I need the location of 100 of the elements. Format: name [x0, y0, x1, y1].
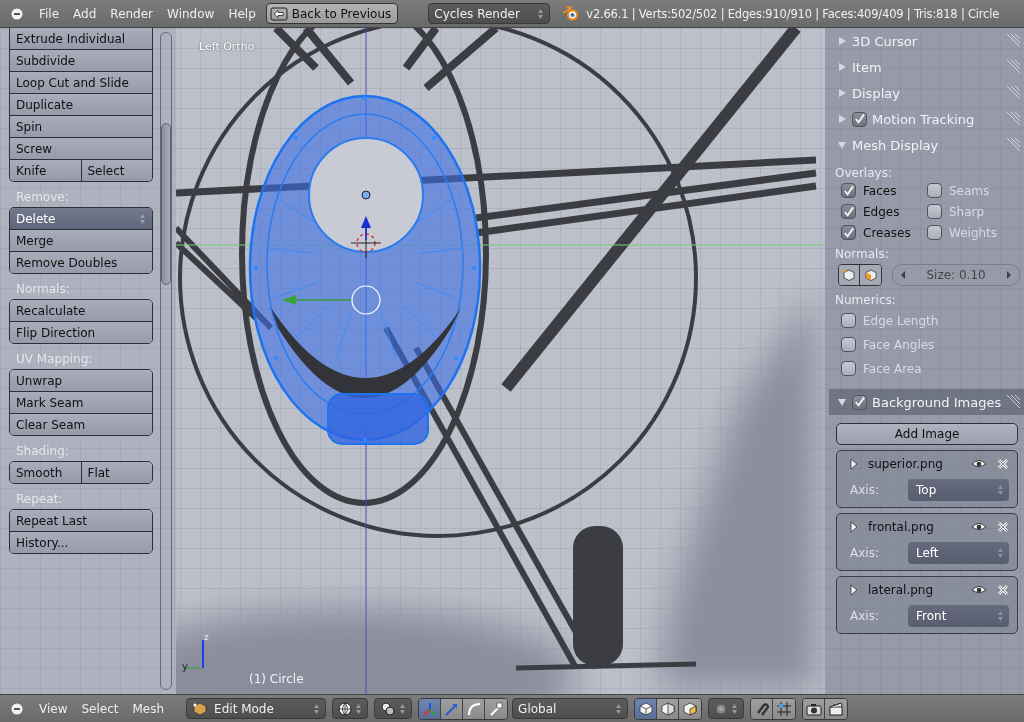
face-normals-button[interactable]: [860, 265, 881, 285]
menu-item[interactable]: View: [35, 701, 72, 716]
tool-button[interactable]: Extrude Individual: [10, 28, 152, 49]
snap-element-button[interactable]: [773, 698, 796, 719]
tool-button[interactable]: Flat: [81, 462, 152, 483]
rotate-button[interactable]: [463, 698, 486, 719]
tool-button[interactable]: Unwrap: [10, 370, 152, 391]
scene-statistics: v2.66.1 | Verts:502/502 | Edges:910/910 | Faces:409/409 | Tris:818 | Circle: [586, 6, 1000, 21]
menu-item[interactable]: File: [35, 6, 64, 21]
drag-handle-icon[interactable]: [1006, 138, 1021, 152]
disclosure-triangle-icon[interactable]: [850, 458, 858, 470]
checkbox[interactable]: [841, 337, 856, 352]
checkbox-label[interactable]: Edges: [863, 204, 900, 219]
checkbox[interactable]: [852, 111, 867, 127]
drag-handle-icon[interactable]: [1006, 60, 1021, 74]
eye-icon[interactable]: [971, 585, 988, 595]
tool-button[interactable]: Clear Seam: [10, 414, 152, 435]
checkbox[interactable]: [841, 313, 856, 328]
axis-dropdown[interactable]: Front: [908, 605, 1010, 627]
pivot-dropdown[interactable]: [374, 698, 413, 719]
tool-button[interactable]: Remove Doubles: [10, 252, 152, 273]
tool-button[interactable]: Repeat Last: [10, 510, 152, 531]
checkbox[interactable]: [927, 225, 942, 240]
mesh-drawing[interactable]: [248, 94, 482, 445]
pivot-circle[interactable]: [351, 285, 381, 315]
cube-icon: [682, 700, 699, 717]
checkbox[interactable]: [841, 361, 856, 376]
disclosure-triangle-icon[interactable]: [837, 397, 847, 407]
drag-handle-icon[interactable]: [1006, 395, 1021, 409]
tool-button[interactable]: Loop Cut and Slide: [10, 72, 152, 93]
drag-handle-icon[interactable]: [1006, 86, 1021, 100]
close-icon[interactable]: [997, 458, 1010, 470]
tool-button[interactable]: Merge: [10, 230, 152, 251]
eye-icon[interactable]: [971, 522, 988, 532]
size-field[interactable]: Size: 0.10: [892, 264, 1021, 286]
tool-button[interactable]: Select: [81, 160, 152, 181]
checkbox[interactable]: [927, 204, 942, 219]
snap-toggle[interactable]: [751, 698, 774, 719]
image-name[interactable]: frontal.png: [868, 520, 962, 534]
manipulator-toggle[interactable]: [419, 698, 442, 719]
axis-label: Axis:: [850, 483, 880, 497]
render-animation-button[interactable]: [825, 698, 848, 719]
shading-dropdown[interactable]: [332, 698, 369, 719]
menu-item[interactable]: Mesh: [128, 701, 169, 716]
add-image-button[interactable]: Add Image: [836, 423, 1019, 445]
disclosure-triangle-icon[interactable]: [850, 521, 858, 533]
select-mode-button[interactable]: [635, 698, 658, 719]
scrollbar-thumb[interactable]: [161, 123, 171, 285]
menu-item[interactable]: Select: [77, 701, 123, 716]
menu-toggle-icon[interactable]: [11, 702, 23, 715]
tool-button[interactable]: Recalculate: [10, 300, 152, 321]
menu-item[interactable]: Render: [106, 6, 158, 21]
checkbox-label[interactable]: Faces: [863, 183, 897, 198]
checkbox[interactable]: [841, 183, 856, 198]
axis-label: y: [182, 661, 188, 672]
tool-dropdown[interactable]: Delete: [10, 208, 152, 229]
tool-button[interactable]: Spin: [10, 116, 152, 137]
tool-button[interactable]: Mark Seam: [10, 392, 152, 413]
image-name[interactable]: superior.png: [868, 457, 962, 471]
checkbox[interactable]: [927, 183, 942, 198]
eye-icon[interactable]: [971, 459, 988, 469]
checkbox-label[interactable]: Creases: [863, 225, 911, 240]
axis-dropdown[interactable]: Left: [908, 542, 1010, 564]
vertex-normals-button[interactable]: [839, 265, 860, 285]
tool-button[interactable]: History...: [10, 532, 152, 553]
checkbox[interactable]: [852, 394, 867, 410]
drag-handle-icon[interactable]: [1006, 34, 1021, 48]
render-engine-dropdown[interactable]: Cycles Render: [428, 3, 551, 24]
menu-item[interactable]: Window: [163, 6, 219, 21]
render-image-button[interactable]: [803, 698, 826, 719]
axis-dropdown[interactable]: Top: [908, 479, 1010, 501]
cube-icon: [863, 268, 878, 282]
dropdown-arrows-icon: [313, 702, 321, 715]
3d-viewport[interactable]: Left Ortho z y (1) Circle: [176, 28, 825, 694]
orientation-dropdown[interactable]: Global: [512, 698, 629, 719]
checkbox[interactable]: [841, 225, 856, 240]
tool-button[interactable]: Duplicate: [10, 94, 152, 115]
mode-dropdown[interactable]: Edit Mode: [186, 698, 327, 719]
proportional-dropdown[interactable]: [708, 698, 745, 719]
menu-toggle-icon[interactable]: [11, 7, 23, 20]
view-name: Left Ortho: [199, 40, 255, 53]
menu-item[interactable]: Help: [224, 6, 260, 21]
select-mode-button[interactable]: [657, 698, 680, 719]
tool-button[interactable]: Knife: [10, 160, 82, 181]
tool-button[interactable]: Flip Direction: [10, 322, 152, 343]
translate-button[interactable]: [441, 698, 464, 719]
menu-item[interactable]: Add: [69, 6, 101, 21]
scale-button[interactable]: [485, 698, 508, 719]
close-icon[interactable]: [997, 521, 1010, 533]
tool-button[interactable]: Smooth: [10, 462, 82, 483]
image-name[interactable]: lateral.png: [868, 583, 962, 597]
tool-button[interactable]: Screw: [10, 138, 152, 159]
disclosure-triangle-icon[interactable]: [850, 584, 858, 596]
tool-button[interactable]: Subdivide: [10, 50, 152, 71]
close-icon[interactable]: [997, 584, 1010, 596]
checkbox[interactable]: [841, 204, 856, 219]
up-arrow[interactable]: [361, 216, 371, 241]
back-button[interactable]: Back to Previous: [265, 3, 399, 24]
drag-handle-icon[interactable]: [1006, 112, 1021, 126]
select-mode-button[interactable]: [679, 698, 702, 719]
